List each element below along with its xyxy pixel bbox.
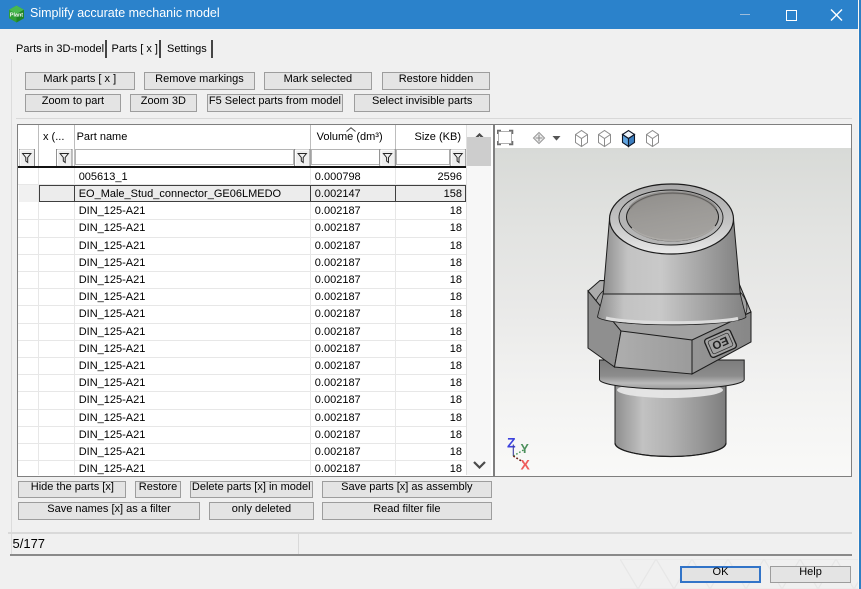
svg-text:Y: Y bbox=[521, 442, 530, 456]
svg-text:X: X bbox=[521, 457, 531, 473]
svg-text:Plant: Plant bbox=[10, 13, 23, 19]
svg-text:Z: Z bbox=[507, 435, 516, 451]
